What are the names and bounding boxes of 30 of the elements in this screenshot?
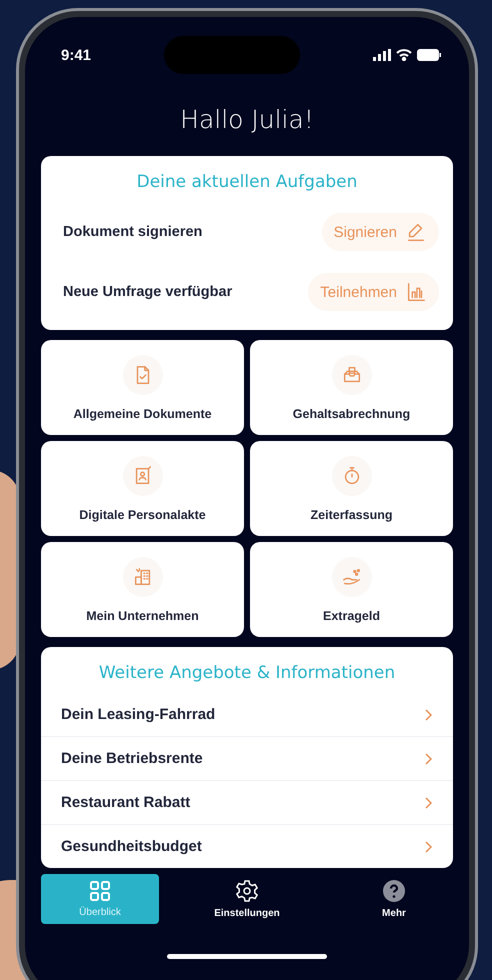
task-label: Dokument signieren (63, 224, 202, 240)
tab-bar-item[interactable]: Einstellungen (188, 874, 306, 924)
wifi-icon (396, 49, 412, 61)
feature-tile[interactable]: Zeiterfassung (250, 441, 453, 536)
battery-icon (417, 49, 441, 61)
status-time: 9:41 (61, 46, 92, 64)
chevron-icon (423, 752, 433, 766)
signal-icon (373, 49, 391, 61)
feature-tile[interactable]: Mein Unternehmen (41, 542, 244, 637)
feature-tile[interactable]: Gehaltsabrechnung (250, 340, 453, 435)
pencil-icon (405, 221, 427, 243)
chevron-icon (423, 708, 433, 722)
help-icon (382, 879, 406, 903)
greeting-heading: Hallo Julia! (179, 105, 315, 134)
offer-row[interactable]: Restaurant Rabatt (41, 781, 453, 825)
feature-tile[interactable]: Extrageld (250, 542, 453, 637)
offer-row[interactable]: Dein Leasing-Fahrrad (41, 693, 453, 737)
bar-chart-icon (405, 281, 427, 303)
chevron-icon (423, 840, 433, 854)
grid-icon (89, 880, 111, 902)
settings-icon (235, 879, 259, 903)
offer-row[interactable]: Gesundheitsbudget (41, 825, 453, 868)
tasks-title: Deine aktuellen Aufgaben (136, 171, 358, 194)
task-label: Neue Umfrage verfügbar (63, 284, 232, 300)
offer-row[interactable]: Deine Betriebsrente (41, 737, 453, 781)
tab-bar-item[interactable]: Mehr (335, 874, 453, 924)
feature-tile[interactable]: Allgemeine Dokumente (41, 340, 244, 435)
feature-tile[interactable]: Digitale Personalakte (41, 441, 244, 536)
chevron-icon (423, 796, 433, 810)
offers-title: Weitere Angebote & Informationen (98, 662, 396, 685)
